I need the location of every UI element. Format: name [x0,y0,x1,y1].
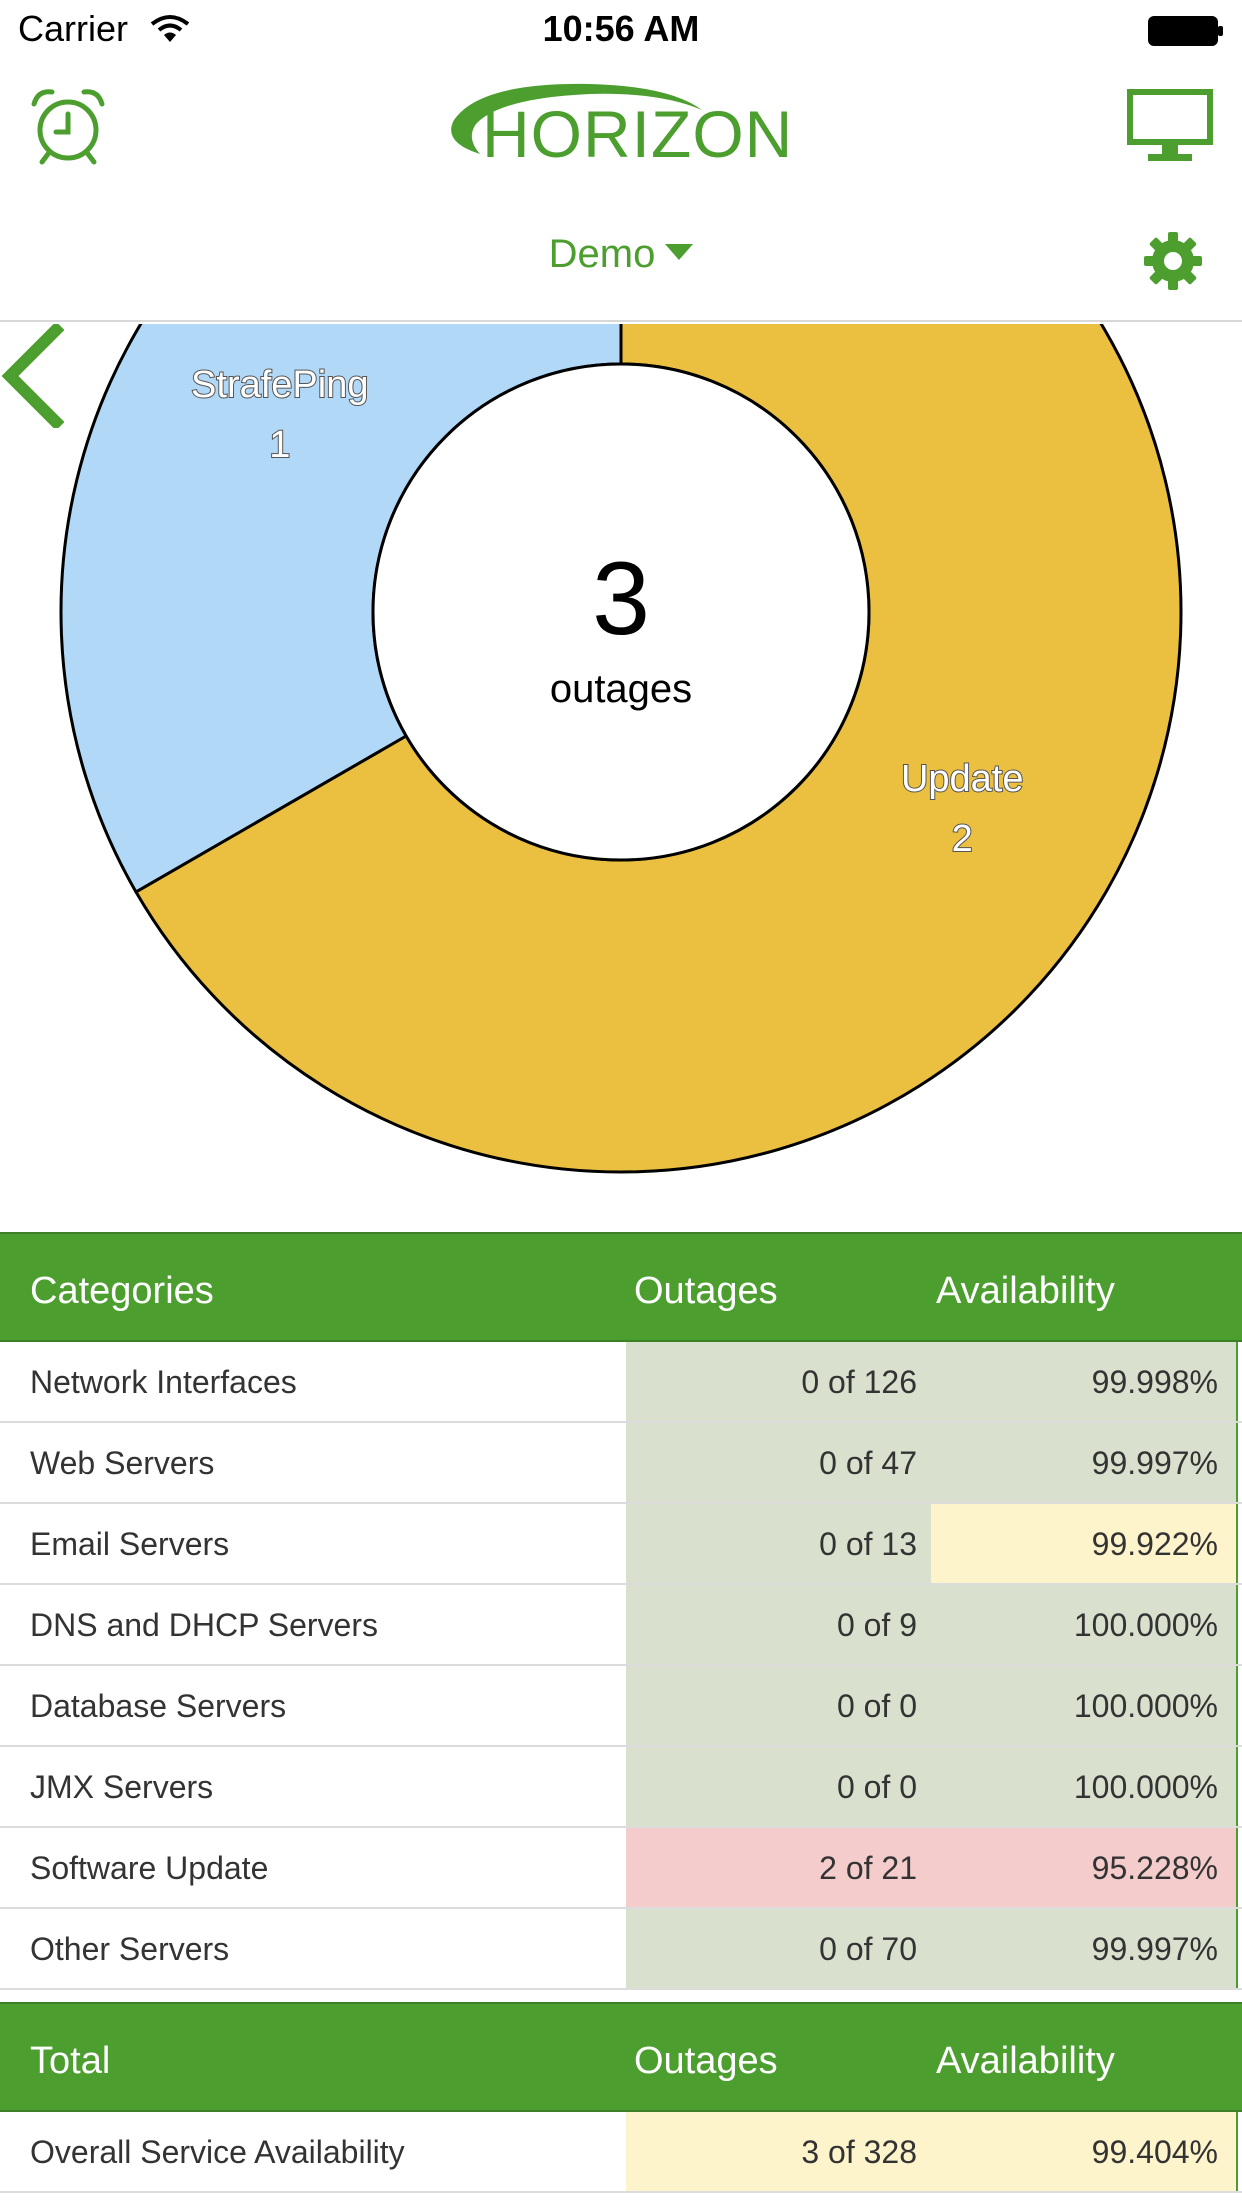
categories-header: Categories [30,1270,214,1312]
availability-value: 99.404% [931,2112,1236,2191]
server-selector[interactable]: Demo [0,232,1242,277]
table-border [1236,1909,1238,1988]
monitor-icon[interactable] [1126,88,1214,164]
table-row[interactable]: DNS and DHCP Servers 0 of 9 100.000% [0,1585,1242,1666]
outages-value: 3 of 328 [626,2112,931,2191]
slice-value: 2 [952,818,973,860]
total-header: Total [30,2040,111,2082]
alarm-clock-icon[interactable] [28,84,108,166]
availability-value: 95.228% [931,1828,1236,1907]
availability-value: 99.922% [931,1504,1236,1583]
slice-value: 1 [269,424,290,466]
table-border [1236,1504,1238,1583]
availability-value: 100.000% [931,1666,1236,1745]
outages-donut-chart: StrafePing 1 Update 2 3 outages [0,324,1242,1232]
app-header: HORIZON Demo [0,60,1242,322]
slice-label: StrafePing [191,364,368,406]
server-selector-label: Demo [548,232,656,276]
table-row[interactable]: Database Servers 0 of 0 100.000% [0,1666,1242,1747]
total-availability-header: Availability [936,2040,1115,2082]
table-row[interactable]: JMX Servers 0 of 0 100.000% [0,1747,1242,1828]
total-table: Total Outages Availability Overall Servi… [0,2002,1242,2193]
outage-count-label: outages [550,667,692,711]
total-table-header: Total Outages Availability [0,2002,1242,2112]
outages-header: Outages [634,1270,778,1312]
table-row[interactable]: Web Servers 0 of 47 99.997% [0,1423,1242,1504]
availability-value: 100.000% [931,1747,1236,1826]
category-name: JMX Servers [0,1747,626,1826]
outage-count: 3 [592,541,650,657]
gear-icon[interactable] [1142,230,1204,292]
categories-table: Categories Outages Availability Network … [0,1232,1242,1990]
table-row[interactable]: Network Interfaces 0 of 126 99.998% [0,1342,1242,1423]
table-row[interactable]: Email Servers 0 of 13 99.922% [0,1504,1242,1585]
category-name: Other Servers [0,1909,626,1988]
battery-icon [1148,16,1223,46]
category-name: Email Servers [0,1504,626,1583]
table-border [1236,1666,1238,1745]
table-border [1236,1828,1238,1907]
category-name: DNS and DHCP Servers [0,1585,626,1664]
table-row[interactable]: Software Update 2 of 21 95.228% [0,1828,1242,1909]
availability-value: 99.998% [931,1342,1236,1421]
category-name: Network Interfaces [0,1342,626,1421]
outages-value: 0 of 70 [626,1909,931,1988]
category-name: Web Servers [0,1423,626,1502]
category-name: Software Update [0,1828,626,1907]
outages-value: 2 of 21 [626,1828,931,1907]
chevron-left-icon[interactable] [0,324,64,428]
chevron-down-icon [665,244,694,261]
logo-text: HORIZON [482,97,794,171]
category-name: Database Servers [0,1666,626,1745]
outages-value: 0 of 47 [626,1423,931,1502]
donut-svg: StrafePing 1 Update 2 3 outages [59,324,1183,1174]
table-border [1236,1423,1238,1502]
category-name: Overall Service Availability [0,2112,626,2191]
availability-header: Availability [936,1270,1115,1312]
outages-value: 0 of 13 [626,1504,931,1583]
availability-value: 99.997% [931,1909,1236,1988]
slice-label: Update [901,758,1024,800]
table-border [1236,2112,1238,2191]
status-bar: Carrier 10:56 AM [0,0,1242,60]
availability-value: 99.997% [931,1423,1236,1502]
table-border [1236,1747,1238,1826]
outages-value: 0 of 0 [626,1666,931,1745]
horizon-logo: HORIZON [440,76,802,180]
total-outages-header: Outages [634,2040,778,2082]
availability-value: 100.000% [931,1585,1236,1664]
outages-value: 0 of 126 [626,1342,931,1421]
table-row[interactable]: Other Servers 0 of 70 99.997% [0,1909,1242,1990]
table-border [1236,1342,1238,1421]
clock-time: 10:56 AM [542,8,700,49]
table-row[interactable]: Overall Service Availability 3 of 328 99.4… [0,2112,1242,2193]
outages-value: 0 of 0 [626,1747,931,1826]
outages-value: 0 of 9 [626,1585,931,1664]
categories-table-header: Categories Outages Availability [0,1232,1242,1342]
table-border [1236,1585,1238,1664]
